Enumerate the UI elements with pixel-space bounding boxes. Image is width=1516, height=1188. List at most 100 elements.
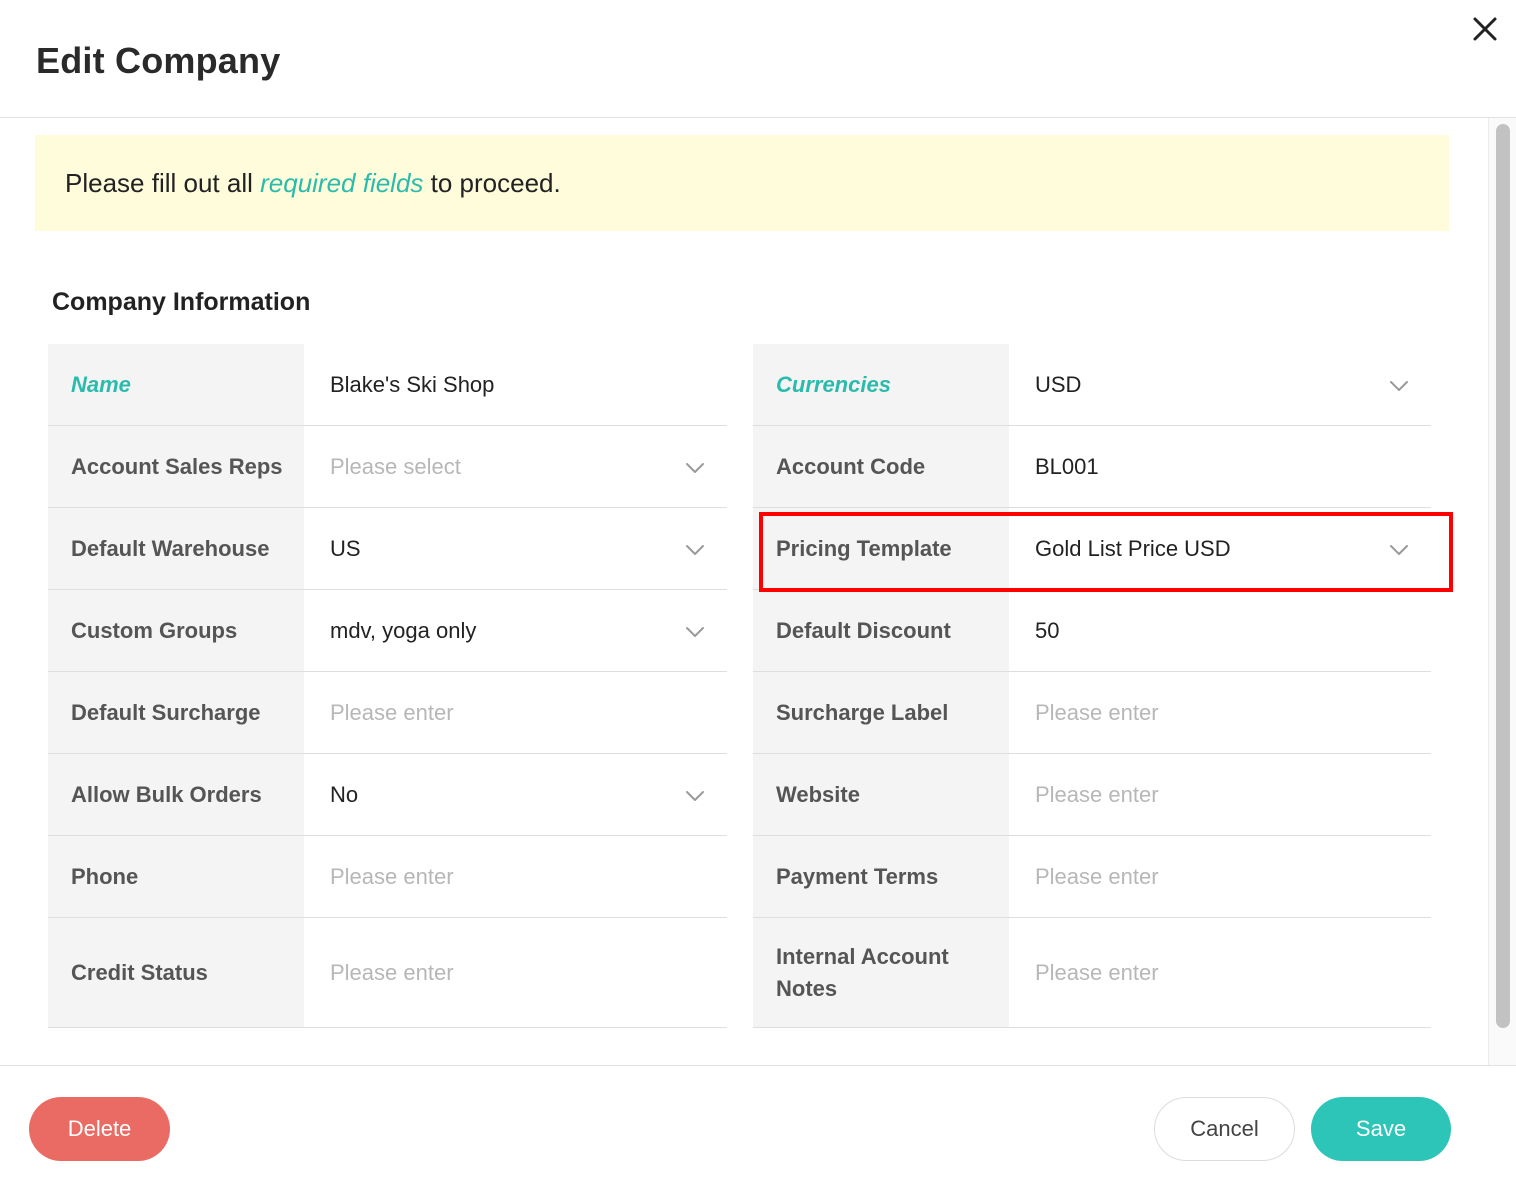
field-label: Phone: [71, 863, 139, 889]
field-value: mdv, yoga only: [330, 617, 477, 643]
form-row-default-warehouse: Default Warehouse US: [48, 508, 727, 590]
chevron-down-icon[interactable]: [685, 543, 705, 555]
field-label: Payment Terms: [776, 863, 939, 889]
allow-bulk-orders-select[interactable]: No: [304, 754, 727, 835]
form-column-right: Currencies USD Account Code BL001 Pricing Te…: [753, 344, 1431, 1028]
chevron-down-icon[interactable]: [1389, 543, 1409, 555]
field-value: Gold List Price USD: [1035, 535, 1231, 561]
field-value: No: [330, 781, 359, 807]
field-placeholder: Please enter: [1035, 781, 1159, 807]
field-label-cell: Default Surcharge: [48, 672, 304, 753]
field-label: Custom Groups: [71, 617, 238, 643]
field-placeholder: Please enter: [1035, 699, 1159, 725]
payment-terms-input[interactable]: Please enter: [1009, 836, 1431, 917]
cancel-button[interactable]: Cancel: [1154, 1097, 1295, 1161]
field-label-cell: Default Warehouse: [48, 508, 304, 589]
account-code-input[interactable]: BL001: [1009, 426, 1431, 507]
field-label-cell: Website: [753, 754, 1009, 835]
field-placeholder: Please enter: [330, 863, 454, 889]
field-placeholder: Please enter: [1035, 959, 1159, 985]
chevron-down-icon[interactable]: [685, 625, 705, 637]
default-surcharge-input[interactable]: Please enter: [304, 672, 727, 753]
field-label-cell: Internal Account Notes: [753, 918, 1009, 1027]
modal-header: Edit Company: [0, 0, 1516, 118]
field-label-cell: Credit Status: [48, 918, 304, 1027]
chevron-down-icon[interactable]: [685, 461, 705, 473]
default-discount-input[interactable]: 50: [1009, 590, 1431, 671]
currencies-select[interactable]: USD: [1009, 344, 1431, 425]
field-label-cell: Allow Bulk Orders: [48, 754, 304, 835]
form-row-payment-terms: Payment Terms Please enter: [753, 836, 1431, 918]
account-sales-reps-select[interactable]: Please select: [304, 426, 727, 507]
phone-input[interactable]: Please enter: [304, 836, 727, 917]
pricing-template-select[interactable]: Gold List Price USD: [1009, 508, 1431, 589]
field-label-cell: Account Code: [753, 426, 1009, 507]
form-row-pricing-template: Pricing Template Gold List Price USD: [753, 508, 1431, 590]
field-value: 50: [1035, 617, 1060, 643]
form-row-website: Website Please enter: [753, 754, 1431, 836]
name-input[interactable]: Blake's Ski Shop: [304, 344, 727, 425]
chevron-down-icon[interactable]: [685, 789, 705, 801]
field-label: Surcharge Label: [776, 699, 949, 725]
field-label-cell: Pricing Template: [753, 508, 1009, 589]
internal-account-notes-input[interactable]: Please enter: [1009, 918, 1431, 1027]
close-icon[interactable]: [1468, 12, 1502, 46]
scrollbar-thumb[interactable]: [1496, 124, 1510, 1028]
field-label: Currencies: [776, 371, 891, 397]
form-row-allow-bulk-orders: Allow Bulk Orders No: [48, 754, 727, 836]
field-placeholder: Please enter: [330, 699, 454, 725]
surcharge-label-input[interactable]: Please enter: [1009, 672, 1431, 753]
field-label: Account Code: [776, 453, 926, 479]
default-warehouse-select[interactable]: US: [304, 508, 727, 589]
field-label: Allow Bulk Orders: [71, 781, 262, 807]
save-button[interactable]: Save: [1311, 1097, 1451, 1161]
required-fields-link[interactable]: required fields: [260, 168, 423, 198]
field-label-cell: Phone: [48, 836, 304, 917]
notice-suffix: to proceed.: [423, 168, 561, 198]
notice-text: Please fill out all required fields to p…: [65, 168, 561, 199]
field-label: Name: [71, 371, 131, 397]
form-row-currencies: Currencies USD: [753, 344, 1431, 426]
notice-prefix: Please fill out all: [65, 168, 261, 198]
credit-status-input[interactable]: Please enter: [304, 918, 727, 1027]
custom-groups-select[interactable]: mdv, yoga only: [304, 590, 727, 671]
required-fields-notice: Please fill out all required fields to p…: [35, 135, 1449, 231]
form-row-account-sales-reps: Account Sales Reps Please select: [48, 426, 727, 508]
modal-footer: Delete Cancel Save: [0, 1065, 1516, 1188]
form-row-surcharge-label: Surcharge Label Please enter: [753, 672, 1431, 754]
field-label: Internal Account Notes: [776, 943, 949, 1001]
field-label: Pricing Template: [776, 535, 952, 561]
field-label: Website: [776, 781, 860, 807]
form-row-internal-account-notes: Internal Account Notes Please enter: [753, 918, 1431, 1028]
form-row-custom-groups: Custom Groups mdv, yoga only: [48, 590, 727, 672]
field-label-cell: Surcharge Label: [753, 672, 1009, 753]
field-label-cell: Default Discount: [753, 590, 1009, 671]
delete-button[interactable]: Delete: [29, 1097, 170, 1161]
field-label-cell: Currencies: [753, 344, 1009, 425]
field-label: Default Discount: [776, 617, 951, 643]
field-label-cell: Payment Terms: [753, 836, 1009, 917]
scrollbar[interactable]: [1488, 118, 1516, 1065]
form-column-left: Name Blake's Ski Shop Account Sales Reps Pl…: [48, 344, 727, 1028]
form-row-name: Name Blake's Ski Shop: [48, 344, 727, 426]
form-row-phone: Phone Please enter: [48, 836, 727, 918]
field-label: Default Surcharge: [71, 699, 261, 725]
field-label: Account Sales Reps: [71, 453, 283, 479]
field-label-cell: Account Sales Reps: [48, 426, 304, 507]
modal-title: Edit Company: [36, 40, 281, 81]
field-label: Default Warehouse: [71, 535, 270, 561]
field-value: BL001: [1035, 453, 1099, 479]
chevron-down-icon[interactable]: [1389, 379, 1409, 391]
field-value: US: [330, 535, 361, 561]
field-value: Blake's Ski Shop: [330, 371, 495, 397]
form-row-default-discount: Default Discount 50: [753, 590, 1431, 672]
field-placeholder: Please enter: [1035, 863, 1159, 889]
field-placeholder: Please enter: [330, 959, 454, 985]
section-title: Company Information: [52, 288, 311, 316]
field-label: Credit Status: [71, 959, 208, 985]
field-placeholder: Please select: [330, 453, 461, 479]
website-input[interactable]: Please enter: [1009, 754, 1431, 835]
field-label-cell: Name: [48, 344, 304, 425]
modal-body: Please fill out all required fields to p…: [0, 118, 1488, 1065]
form-row-credit-status: Credit Status Please enter: [48, 918, 727, 1028]
